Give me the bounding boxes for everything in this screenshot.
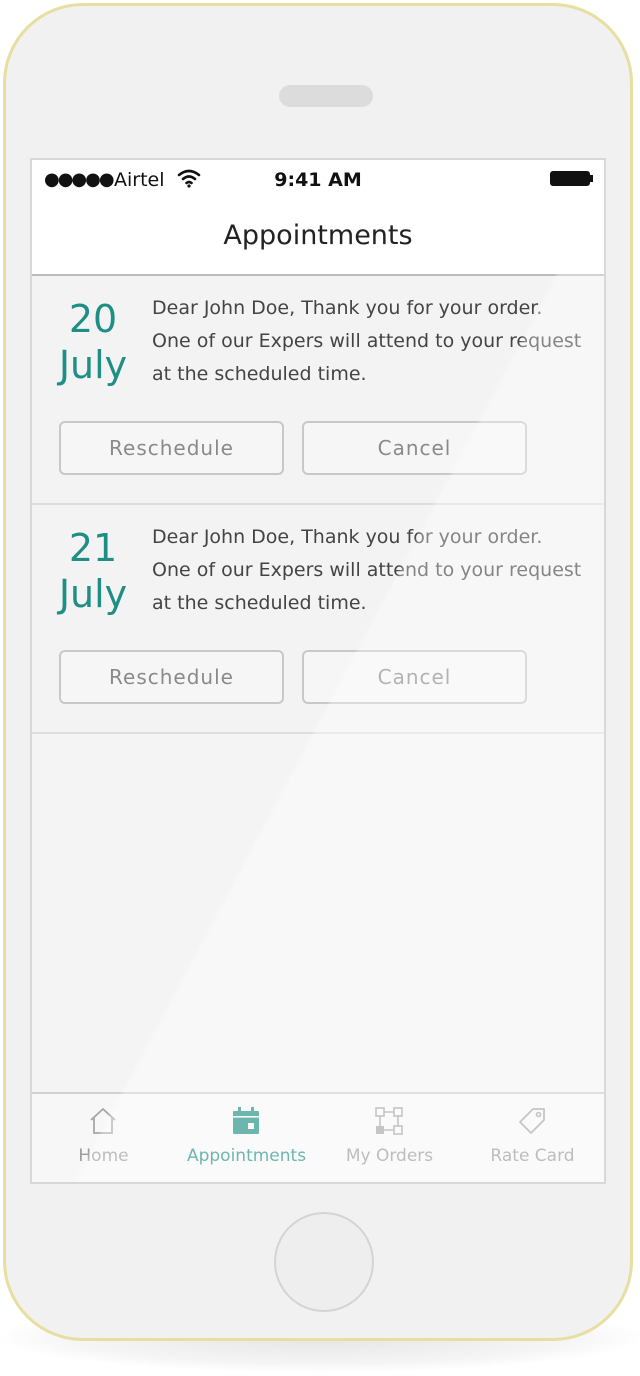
appointment-month: July [58,343,128,387]
appointment-card: 20 July Dear John Doe, Thank you for you… [32,276,604,505]
tab-my-orders[interactable]: My Orders [318,1094,461,1182]
phone-home-button[interactable] [274,1212,374,1312]
battery-tip [590,175,593,182]
tab-appointments[interactable]: Appointments [175,1094,318,1182]
battery-icon [550,171,590,186]
appointment-day: 20 [68,297,118,341]
appointment-message: Dear John Doe, Thank you for your order.… [152,526,582,614]
home-icon [90,1108,116,1134]
page-title: Appointments [223,220,413,251]
app-screen: ●●●●● Airtel 9:41 AM Appointments 20 Jul… [30,158,606,1184]
cancel-button[interactable]: Cancel [302,421,527,475]
status-bar: ●●●●● Airtel 9:41 AM [32,160,604,200]
appointment-message: Dear John Doe, Thank you for your order.… [152,297,582,385]
calendar-icon [233,1107,259,1134]
navigation-bar: Appointments [32,200,604,276]
tab-bar: Home Appointments My Orders Rate Card [32,1092,604,1182]
status-time: 9:41 AM [274,169,362,191]
appointment-card: 21 July Dear John Doe, Thank you for you… [32,505,604,734]
orders-icon [375,1107,403,1135]
tab-home[interactable]: Home [32,1094,175,1182]
tab-appointments-label: Appointments [186,1146,307,1166]
reschedule-button[interactable]: Reschedule [59,421,284,475]
appointment-day: 21 [68,526,118,570]
phone-speaker [279,85,373,107]
tag-icon [519,1108,545,1134]
cancel-button[interactable]: Cancel [302,650,527,704]
tab-rate-card-label: Rate Card [490,1146,575,1166]
reschedule-button[interactable]: Reschedule [59,650,284,704]
tab-my-orders-label: My Orders [345,1146,434,1166]
appointment-month: July [58,572,128,616]
tab-home-label: Home [78,1146,129,1166]
tab-rate-card[interactable]: Rate Card [461,1094,604,1182]
